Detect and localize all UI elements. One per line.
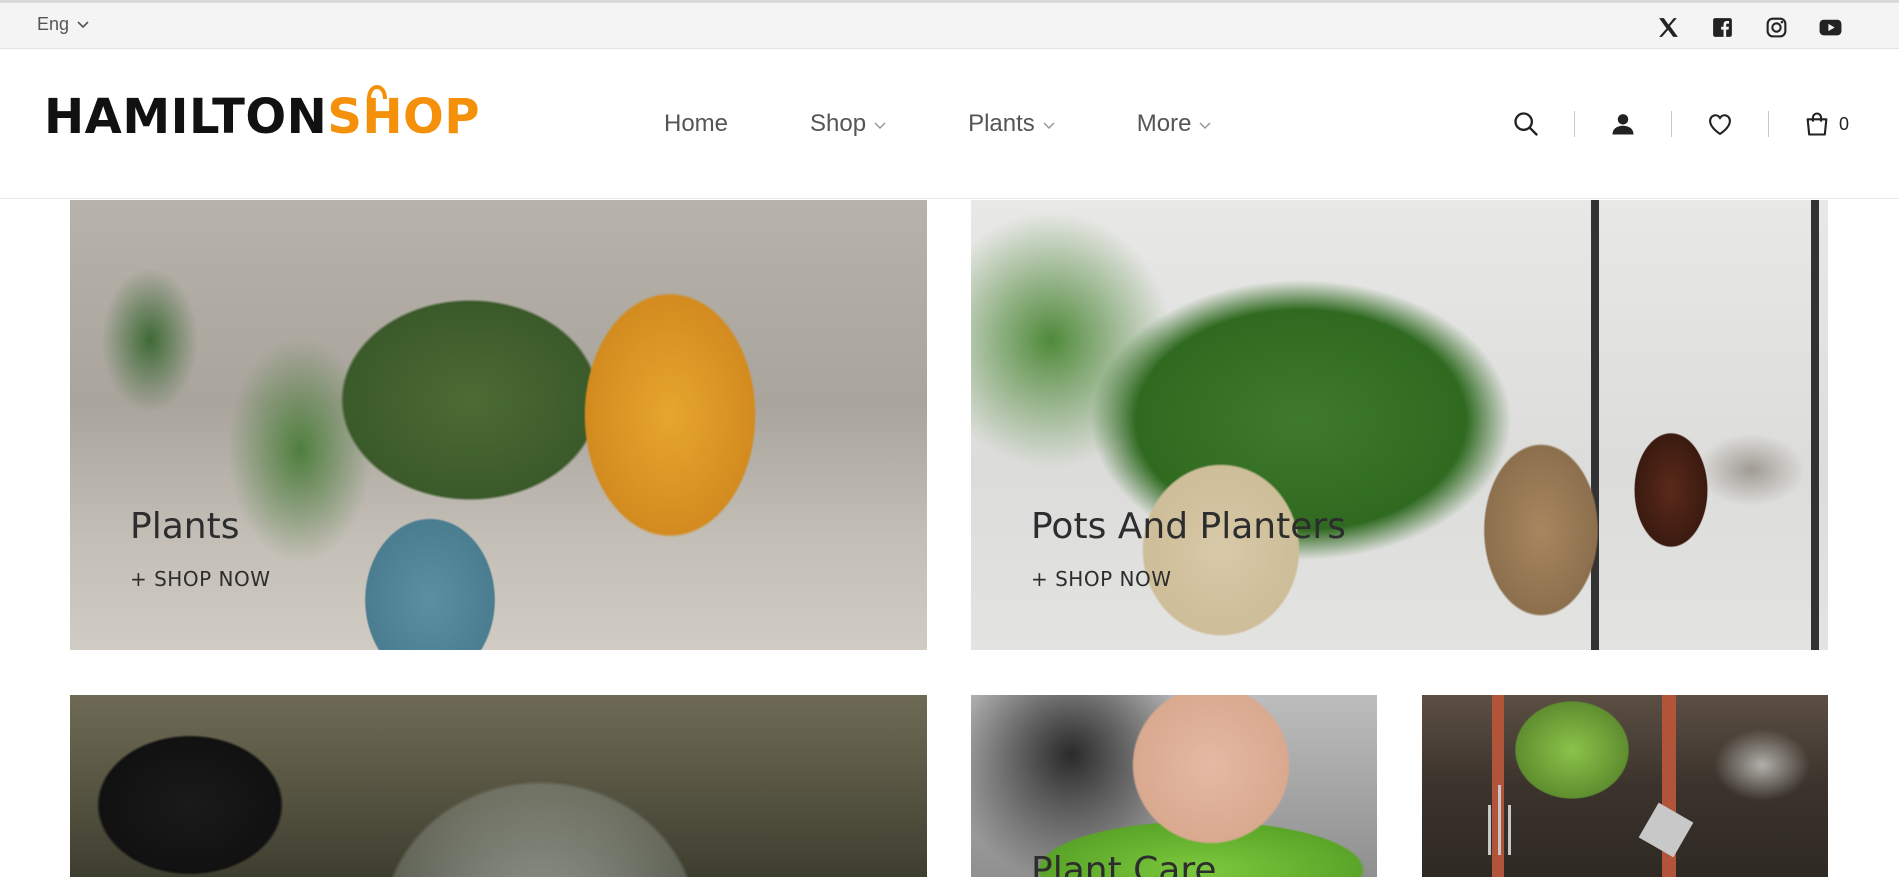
- main-navigation: Home Shop Plants More: [664, 110, 1293, 138]
- instagram-icon[interactable]: [1764, 15, 1789, 40]
- chevron-down-icon: [1199, 121, 1212, 129]
- nav-label: Shop: [810, 110, 867, 137]
- nav-label: Plants: [968, 110, 1035, 137]
- cart-icon: [1803, 110, 1831, 138]
- category-tile-pots-and-planters[interactable]: Pots And Planters + SHOP NOW: [971, 200, 1828, 650]
- header-actions: 0: [1512, 110, 1849, 138]
- brand-logo[interactable]: HAMILTON SHOP: [44, 85, 481, 145]
- chevron-down-icon: [1043, 121, 1055, 129]
- search-icon[interactable]: [1512, 110, 1540, 138]
- trowel-blade: [1638, 802, 1694, 858]
- tile-title: Plant Care: [1031, 850, 1217, 877]
- category-tile-garden-tools[interactable]: [1422, 695, 1828, 877]
- wishlist-icon[interactable]: [1706, 110, 1734, 138]
- category-tile-terrarium[interactable]: [70, 695, 927, 877]
- cart-button[interactable]: 0: [1803, 110, 1849, 138]
- divider: [1573, 111, 1575, 137]
- nav-item-plants[interactable]: Plants: [968, 110, 1055, 138]
- chevron-down-icon: [874, 121, 886, 129]
- fork-tine: [1508, 805, 1511, 855]
- divider: [1767, 111, 1769, 137]
- divider: [1670, 111, 1672, 137]
- nav-item-home[interactable]: Home: [664, 110, 728, 138]
- tile-title: Pots And Planters: [1031, 506, 1346, 547]
- youtube-icon[interactable]: [1818, 15, 1843, 40]
- chevron-down-icon: [77, 20, 89, 28]
- site-header: HAMILTON SHOP Home Shop Plants More 0: [0, 49, 1899, 199]
- social-links: [1656, 15, 1843, 40]
- logo-text-accent: SHOP: [327, 85, 481, 145]
- tile-title: Plants: [130, 506, 240, 547]
- shop-now-link[interactable]: + SHOP NOW: [1031, 567, 1172, 591]
- fork-tine: [1488, 805, 1491, 855]
- account-icon[interactable]: [1609, 110, 1637, 138]
- logo-text-primary: HAMILTON: [44, 89, 328, 145]
- logo-accent-word: SHOP: [327, 89, 481, 145]
- top-utility-bar: Eng: [0, 0, 1899, 49]
- category-tile-plants[interactable]: Plants + SHOP NOW: [70, 200, 927, 650]
- category-tile-plant-care[interactable]: Plant Care: [971, 695, 1377, 877]
- fork-tine: [1498, 785, 1501, 855]
- facebook-icon[interactable]: [1710, 15, 1735, 40]
- x-icon[interactable]: [1656, 15, 1681, 40]
- shopping-bag-icon: [367, 85, 388, 100]
- nav-item-more[interactable]: More: [1137, 110, 1212, 138]
- language-label: Eng: [37, 14, 70, 34]
- language-selector[interactable]: Eng: [37, 14, 89, 35]
- nav-label: Home: [664, 110, 729, 137]
- nav-label: More: [1136, 110, 1192, 137]
- cart-count: 0: [1838, 113, 1849, 134]
- nav-item-shop[interactable]: Shop: [810, 110, 886, 138]
- shop-now-link[interactable]: + SHOP NOW: [130, 567, 271, 591]
